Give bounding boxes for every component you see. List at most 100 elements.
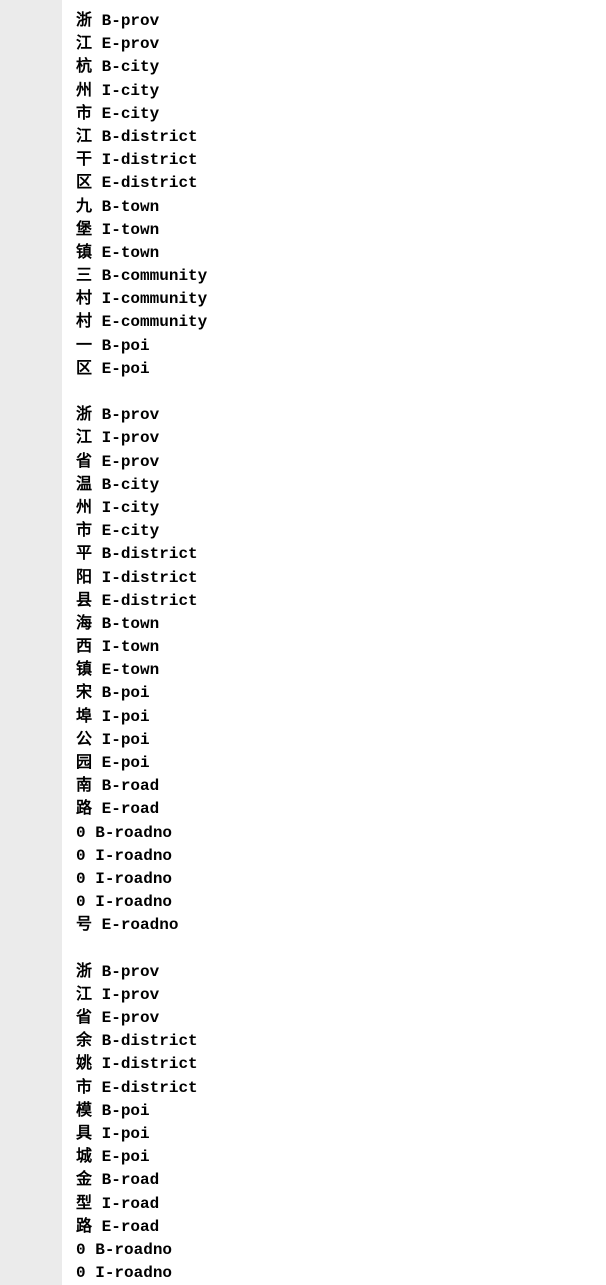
token-tag: B-poi [102,684,150,702]
text-document: 浙 B-prov江 E-prov杭 B-city州 I-city市 E-city… [62,0,606,1285]
token-tag: E-district [102,174,198,192]
token-line: 三 B-community [76,265,592,288]
token-char: 三 [76,267,92,285]
token-char: 区 [76,174,92,192]
token-line: 西 I-town [76,636,592,659]
token-char: 省 [76,1009,92,1027]
token-line: 号 E-roadno [76,914,592,937]
token-line: 具 I-poi [76,1123,592,1146]
token-line: 县 E-district [76,590,592,613]
token-char: 0 [76,824,86,842]
token-tag: I-roadno [95,847,172,865]
token-tag: E-prov [102,1009,160,1027]
token-char: 园 [76,754,92,772]
token-line: 市 E-city [76,103,592,126]
token-tag: I-district [102,1055,198,1073]
token-char: 金 [76,1171,92,1189]
token-tag: B-prov [102,406,160,424]
token-tag: I-poi [102,731,150,749]
token-char: 模 [76,1102,92,1120]
token-char: 路 [76,800,92,818]
token-tag: E-roadno [102,916,179,934]
token-tag: I-prov [102,429,160,447]
token-char: 干 [76,151,92,169]
token-char: 宋 [76,684,92,702]
token-char: 0 [76,1264,86,1282]
token-char: 省 [76,453,92,471]
token-char: 江 [76,429,92,447]
token-line: 阳 I-district [76,567,592,590]
token-line: 宋 B-poi [76,682,592,705]
token-line: 市 E-city [76,520,592,543]
token-line: 海 B-town [76,613,592,636]
token-line: 堡 I-town [76,219,592,242]
token-tag: B-district [102,1032,198,1050]
token-char: 县 [76,592,92,610]
token-line: 省 E-prov [76,451,592,474]
token-char: 州 [76,82,92,100]
token-tag: I-roadno [95,1264,172,1282]
token-char: 公 [76,731,92,749]
token-line: 0 I-roadno [76,845,592,868]
blank-line [76,938,592,961]
token-tag: B-city [102,58,160,76]
token-line: 区 E-district [76,172,592,195]
token-line: 0 I-roadno [76,891,592,914]
token-tag: E-road [102,1218,160,1236]
token-tag: B-poi [102,337,150,355]
token-tag: E-town [102,661,160,679]
token-tag: I-town [102,638,160,656]
token-line: 金 B-road [76,1169,592,1192]
token-char: 阳 [76,569,92,587]
token-char: 市 [76,1079,92,1097]
token-line: 0 B-roadno [76,1239,592,1262]
token-line: 杭 B-city [76,56,592,79]
token-tag: I-poi [102,1125,150,1143]
token-tag: B-poi [102,1102,150,1120]
token-line: 0 B-roadno [76,822,592,845]
token-char: 姚 [76,1055,92,1073]
token-tag: B-prov [102,963,160,981]
token-char: 南 [76,777,92,795]
token-tag: E-prov [102,453,160,471]
token-tag: B-roadno [95,824,172,842]
token-tag: E-poi [102,1148,150,1166]
token-tag: E-district [102,1079,198,1097]
token-char: 州 [76,499,92,517]
token-char: 余 [76,1032,92,1050]
token-line: 余 B-district [76,1030,592,1053]
token-tag: I-district [102,151,198,169]
token-line: 州 I-city [76,80,592,103]
token-tag: B-city [102,476,160,494]
token-line: 干 I-district [76,149,592,172]
token-line: 路 E-road [76,798,592,821]
token-line: 江 B-district [76,126,592,149]
token-tag: E-poi [102,754,150,772]
token-char: 堡 [76,221,92,239]
token-char: 路 [76,1218,92,1236]
token-char: 城 [76,1148,92,1166]
token-tag: I-community [102,290,208,308]
token-line: 省 E-prov [76,1007,592,1030]
token-line: 0 I-roadno [76,1262,592,1285]
token-line: 路 E-road [76,1216,592,1239]
token-tag: I-district [102,569,198,587]
token-char: 0 [76,870,86,888]
token-tag: E-poi [102,360,150,378]
token-tag: B-road [102,777,160,795]
token-char: 温 [76,476,92,494]
token-char: 江 [76,35,92,53]
token-tag: E-city [102,522,160,540]
token-char: 浙 [76,12,92,30]
token-char: 浙 [76,963,92,981]
token-char: 市 [76,105,92,123]
token-char: 具 [76,1125,92,1143]
token-tag: I-town [102,221,160,239]
token-line: 城 E-poi [76,1146,592,1169]
token-line: 型 I-road [76,1193,592,1216]
token-line: 公 I-poi [76,729,592,752]
token-tag: E-city [102,105,160,123]
token-char: 海 [76,615,92,633]
token-line: 村 E-community [76,311,592,334]
token-tag: B-town [102,615,160,633]
